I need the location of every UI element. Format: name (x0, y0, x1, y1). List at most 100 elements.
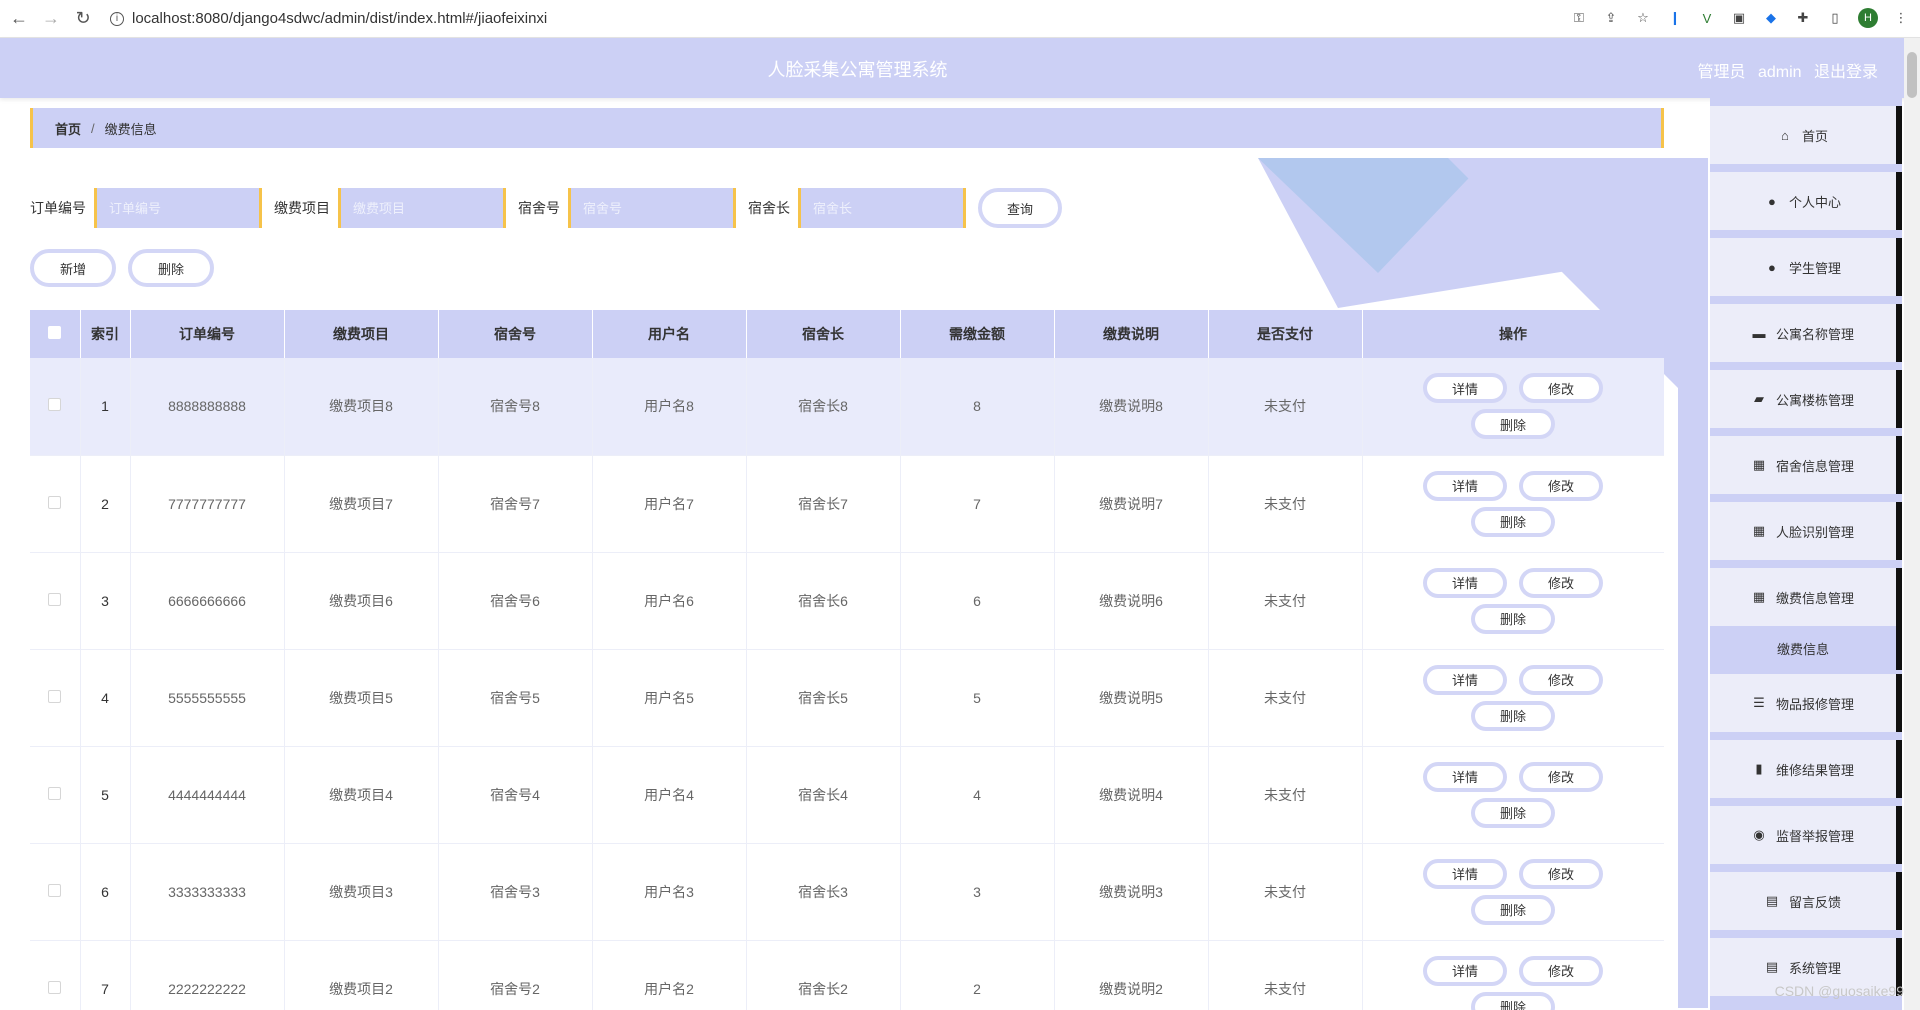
payment-item-cell: 缴费项目3 (284, 843, 439, 941)
dorm-leader-cell: 宿舍长5 (746, 649, 901, 747)
row-checkbox[interactable] (48, 786, 62, 800)
sidebar-item[interactable]: ☰ 物品报修管理 (1710, 674, 1902, 732)
sidebar-item[interactable]: ▦ 缴费信息管理 (1710, 568, 1902, 626)
page-scrollbar[interactable] (1904, 38, 1920, 1010)
clipboard-icon: ▤ (1765, 893, 1779, 908)
row-checkbox[interactable] (48, 883, 62, 897)
payment-note-cell: 缴费说明2 (1054, 940, 1209, 1010)
home-icon: ⌂ (1781, 127, 1789, 143)
edit-button[interactable]: 修改 (1519, 373, 1603, 404)
detail-button[interactable]: 详情 (1423, 664, 1507, 695)
detail-button[interactable]: 详情 (1423, 955, 1507, 986)
sidebar-item[interactable]: ▮ 维修结果管理 (1710, 740, 1902, 798)
grid-icon: ▦ (1752, 589, 1766, 604)
delete-button[interactable]: 删除 (1471, 797, 1555, 828)
paid-status-cell: 未支付 (1208, 746, 1363, 844)
extension-icon[interactable]: ❙ (1666, 9, 1684, 27)
key-icon[interactable]: ⚿ (1570, 9, 1588, 27)
share-icon[interactable]: ⇪ (1602, 9, 1620, 27)
sidebar-item-label: 系统管理 (1788, 960, 1841, 976)
breadcrumb-home[interactable]: 首页 (55, 119, 81, 138)
sidebar-item[interactable]: ⌂ 首页 (1710, 106, 1902, 164)
edit-button[interactable]: 修改 (1519, 955, 1603, 986)
dorm-leader-cell: 宿舍长2 (746, 940, 901, 1010)
app-title: 人脸采集公寓管理系统 (767, 60, 948, 80)
add-button[interactable]: 新增 (30, 249, 116, 287)
payment-note-cell: 缴费说明3 (1054, 843, 1209, 941)
batch-delete-button[interactable]: 删除 (128, 249, 214, 287)
amount-cell: 3 (900, 843, 1055, 941)
sidebar-item-label: 维修结果管理 (1775, 762, 1854, 778)
profile-avatar[interactable]: H (1858, 8, 1878, 28)
pin-icon: ◉ (1753, 827, 1765, 842)
detail-button[interactable]: 详情 (1423, 470, 1507, 501)
order-number-input[interactable] (94, 188, 262, 228)
index-cell: 5 (80, 746, 131, 844)
edit-button[interactable]: 修改 (1519, 567, 1603, 598)
edit-button[interactable]: 修改 (1519, 858, 1603, 889)
delete-button[interactable]: 删除 (1471, 506, 1555, 537)
payment-note-cell: 缴费说明7 (1054, 455, 1209, 553)
sidebar-item-label: 个人中心 (1788, 194, 1841, 210)
sidebar-item[interactable]: ● 个人中心 (1710, 172, 1902, 230)
sidebar-item-label: 物品报修管理 (1775, 696, 1854, 712)
delete-button[interactable]: 删除 (1471, 700, 1555, 731)
query-button[interactable]: 查询 (978, 188, 1062, 228)
menu-icon[interactable]: ⋮ (1892, 9, 1910, 27)
sidebar-item[interactable]: ▬ 公寓名称管理 (1710, 304, 1902, 362)
edit-button[interactable]: 修改 (1519, 470, 1603, 501)
sidepanel-icon[interactable]: ▯ (1826, 9, 1844, 27)
sidebar-item-label: 首页 (1801, 128, 1828, 144)
reload-icon[interactable]: ↻ (70, 6, 96, 32)
detail-button[interactable]: 详情 (1423, 373, 1507, 404)
user-name: admin (1757, 64, 1802, 81)
sidebar-item[interactable]: ▦ 宿舍信息管理 (1710, 436, 1902, 494)
extension-icon[interactable]: ◆ (1762, 9, 1780, 27)
row-select-cell (30, 649, 81, 747)
address-bar[interactable]: i localhost:8080/django4sdwc/admin/dist/… (110, 10, 547, 27)
sidebar-item[interactable]: ▦ 人脸识别管理 (1710, 502, 1902, 560)
dorm-leader-input[interactable] (798, 188, 966, 228)
puzzle-icon[interactable]: ✚ (1794, 9, 1812, 27)
sidebar-item[interactable]: ● 学生管理 (1710, 238, 1902, 296)
site-info-icon[interactable]: i (110, 11, 124, 26)
dorm-number-cell: 宿舍号4 (438, 746, 593, 844)
edit-button[interactable]: 修改 (1519, 761, 1603, 792)
order-number-cell: 8888888888 (130, 358, 285, 456)
detail-button[interactable]: 详情 (1423, 567, 1507, 598)
row-checkbox[interactable] (48, 495, 62, 509)
edit-button[interactable]: 修改 (1519, 664, 1603, 695)
sidebar-subitem-active[interactable]: 缴费信息 (1710, 626, 1902, 670)
detail-button[interactable]: 详情 (1423, 761, 1507, 792)
delete-button[interactable]: 删除 (1471, 991, 1555, 1010)
star-icon[interactable]: ☆ (1634, 9, 1652, 27)
row-checkbox[interactable] (48, 980, 62, 994)
dorm-number-input[interactable] (568, 188, 736, 228)
index-cell: 2 (80, 455, 131, 553)
payment-item-cell: 缴费项目5 (284, 649, 439, 747)
forward-icon[interactable]: → (38, 6, 64, 32)
row-checkbox[interactable] (48, 398, 62, 412)
row-checkbox[interactable] (48, 592, 62, 606)
row-checkbox[interactable] (48, 689, 62, 703)
logout-link[interactable]: 退出登录 (1814, 64, 1878, 81)
index-cell: 7 (80, 940, 131, 1010)
delete-button[interactable]: 删除 (1471, 894, 1555, 925)
sidebar-item[interactable]: ▰ 公寓楼栋管理 (1710, 370, 1902, 428)
extension-icon[interactable]: ▣ (1730, 9, 1748, 27)
username-cell: 用户名7 (592, 455, 747, 553)
payment-item-input[interactable] (338, 188, 506, 228)
select-all-checkbox[interactable] (48, 326, 62, 339)
delete-button[interactable]: 删除 (1471, 603, 1555, 634)
sidebar-item[interactable]: ▤ 留言反馈 (1710, 872, 1902, 930)
scrollbar-thumb[interactable] (1907, 52, 1917, 98)
detail-button[interactable]: 详情 (1423, 858, 1507, 889)
back-icon[interactable]: ← (6, 6, 32, 32)
payment-table: 索引 订单编号 缴费项目 宿舍号 用户名 宿舍长 需缴金额 缴费说明 是否支付 … (30, 310, 1664, 1010)
vue-devtools-icon[interactable]: V (1698, 9, 1716, 27)
dorm-number-cell: 宿舍号6 (438, 552, 593, 650)
index-cell: 1 (80, 358, 131, 456)
sidebar-item[interactable]: ◉ 监督举报管理 (1710, 806, 1902, 864)
dorm-leader-label: 宿舍长 (748, 200, 790, 216)
delete-button[interactable]: 删除 (1471, 409, 1555, 440)
